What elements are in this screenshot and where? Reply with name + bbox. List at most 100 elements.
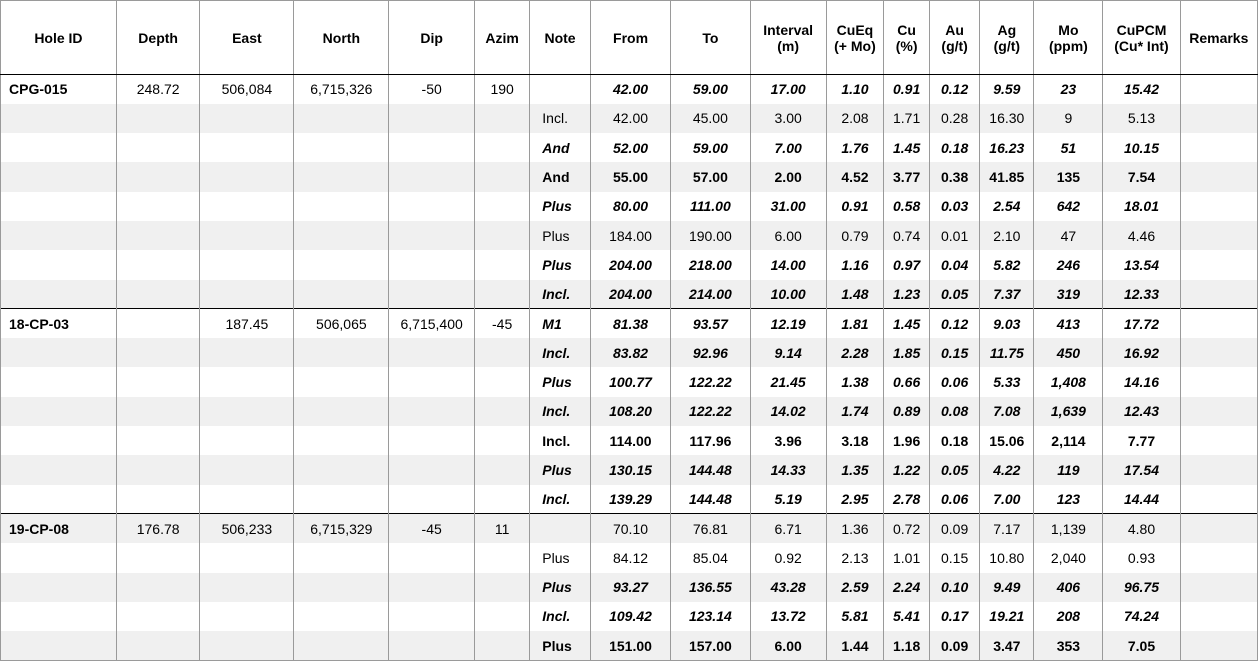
cell-hole-id: 19-CP-08 — [0, 513, 117, 544]
cell-hole-id — [0, 484, 117, 514]
cell-remarks — [1179, 484, 1259, 514]
cell-dip — [388, 601, 475, 632]
cell-note: Plus — [529, 631, 591, 661]
cell-depth — [115, 162, 201, 192]
cell-mo: 47 — [1033, 220, 1104, 251]
cell-depth — [115, 543, 201, 573]
header-row: Hole ID Depth East North Dip Azim Note From To In… — [0, 0, 1259, 75]
cell-interval: 14.33 — [749, 455, 827, 485]
cell-cupcm: 13.54 — [1102, 250, 1181, 280]
cell-from: 204.00 — [589, 279, 672, 309]
cell-north — [293, 162, 390, 192]
cell-from: 151.00 — [589, 631, 672, 661]
cell-from: 80.00 — [589, 191, 672, 221]
cell-cu: 1.96 — [883, 426, 931, 456]
cell-cupcm: 12.33 — [1102, 279, 1181, 309]
cell-remarks — [1179, 367, 1259, 397]
cell-interval: 14.00 — [749, 250, 827, 280]
cell-interval: 3.96 — [749, 426, 827, 456]
cell-to: 144.48 — [670, 455, 751, 485]
cell-cupcm: 4.80 — [1102, 513, 1181, 544]
cell-cueq: 2.59 — [825, 572, 885, 602]
cell-note: Plus — [529, 250, 591, 280]
table-row: Plus 80.00 111.00 31.00 0.91 0.58 0.03 2.54 642 1… — [0, 191, 1259, 221]
cell-north — [293, 279, 390, 309]
cell-ag: 7.00 — [979, 484, 1035, 514]
cell-north — [293, 103, 390, 134]
cell-cu: 2.78 — [883, 484, 931, 514]
cell-to: 144.48 — [670, 484, 751, 514]
cell-azim — [473, 601, 531, 632]
cell-hole-id — [0, 103, 117, 134]
cell-to: 122.22 — [670, 396, 751, 427]
cell-depth — [115, 279, 201, 309]
cell-interval: 14.02 — [749, 396, 827, 427]
cell-to: 136.55 — [670, 572, 751, 602]
table-row: Plus 84.12 85.04 0.92 2.13 1.01 0.15 10.80 2,040… — [0, 543, 1259, 573]
cell-to: 93.57 — [670, 308, 751, 339]
drill-results-sheet: Hole ID Depth East North Dip Azim Note From To In… — [0, 0, 1259, 666]
cell-cueq: 1.76 — [825, 133, 885, 163]
cell-depth — [115, 133, 201, 163]
cell-note: Incl. — [529, 601, 591, 632]
cell-depth — [115, 367, 201, 397]
cell-from: 109.42 — [589, 601, 672, 632]
cell-cueq: 1.10 — [825, 74, 885, 104]
cell-hole-id — [0, 367, 117, 397]
cell-from: 81.38 — [589, 308, 672, 339]
cell-cueq: 2.13 — [825, 543, 885, 573]
cell-cupcm: 15.42 — [1102, 74, 1181, 104]
cell-ag: 3.47 — [979, 631, 1035, 661]
table-row: 19-CP-08 176.78 506,233 6,715,329 -45 11 70.10… — [0, 513, 1259, 544]
cell-north — [293, 250, 390, 280]
cell-east — [199, 572, 295, 602]
cell-interval: 5.19 — [749, 484, 827, 514]
cell-east — [199, 455, 295, 485]
cell-mo: 319 — [1033, 279, 1104, 309]
cell-depth: 176.78 — [115, 513, 201, 544]
table-row: Plus 204.00 218.00 14.00 1.16 0.97 0.04 5.82 246… — [0, 250, 1259, 280]
table-row: Incl. 114.00 117.96 3.96 3.18 1.96 0.18 15.06 2,… — [0, 426, 1259, 456]
cell-cu: 2.24 — [883, 572, 931, 602]
cell-to: 122.22 — [670, 367, 751, 397]
cell-azim — [473, 367, 531, 397]
table-row: Plus 130.15 144.48 14.33 1.35 1.22 0.05 4.22 119… — [0, 455, 1259, 485]
cell-dip: 6,715,400 — [388, 308, 475, 339]
cell-cu: 0.91 — [883, 74, 931, 104]
cell-ag: 2.54 — [979, 191, 1035, 221]
cell-to: 157.00 — [670, 631, 751, 661]
cell-depth — [115, 601, 201, 632]
cell-note: Plus — [529, 367, 591, 397]
cell-dip — [388, 133, 475, 163]
cell-au: 0.12 — [929, 74, 981, 104]
cell-cueq: 1.48 — [825, 279, 885, 309]
column-header-azim: Azim — [473, 0, 531, 75]
cell-cu: 0.72 — [883, 513, 931, 544]
cell-from: 100.77 — [589, 367, 672, 397]
cell-note: Incl. — [529, 338, 591, 368]
cell-cueq: 0.79 — [825, 220, 885, 251]
cell-note: Incl. — [529, 426, 591, 456]
cell-north: 506,065 — [293, 308, 390, 339]
cell-note: And — [529, 162, 591, 192]
cell-from: 42.00 — [589, 74, 672, 104]
cell-ag: 7.17 — [979, 513, 1035, 544]
cell-north — [293, 367, 390, 397]
cell-hole-id — [0, 279, 117, 309]
column-header-note: Note — [529, 0, 591, 75]
cell-azim — [473, 396, 531, 427]
cell-from: 83.82 — [589, 338, 672, 368]
cell-to: 117.96 — [670, 426, 751, 456]
cell-north — [293, 601, 390, 632]
cell-depth — [115, 250, 201, 280]
cell-depth — [115, 426, 201, 456]
cell-hole-id: CPG-015 — [0, 74, 117, 104]
cell-hole-id: 18-CP-03 — [0, 308, 117, 339]
cell-east — [199, 103, 295, 134]
cell-remarks — [1179, 250, 1259, 280]
cell-east — [199, 338, 295, 368]
cell-east: 506,233 — [199, 513, 295, 544]
cell-remarks — [1179, 455, 1259, 485]
cell-remarks — [1179, 513, 1259, 544]
column-header-cu: Cu (%) — [883, 0, 931, 75]
